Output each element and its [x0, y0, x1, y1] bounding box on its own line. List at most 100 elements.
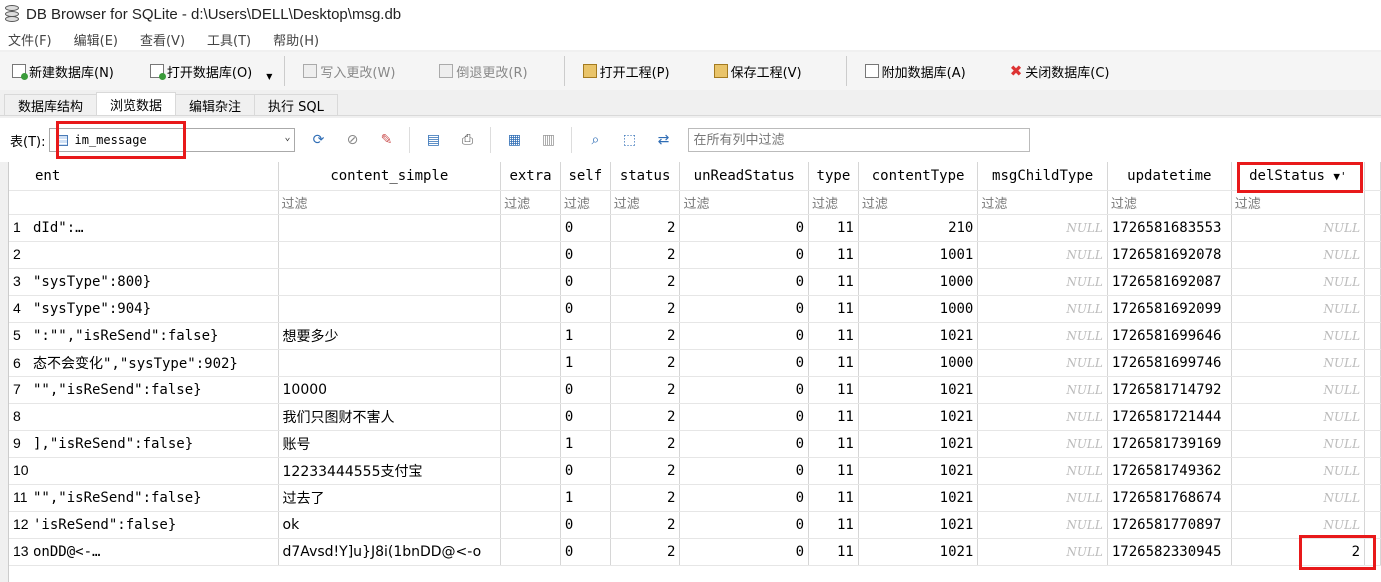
table-cell[interactable]: 4 "sysType":904} [9, 295, 279, 323]
column-header[interactable]: type [808, 162, 859, 191]
revert-changes-button[interactable]: 倒退更改(R) [435, 57, 531, 85]
table-row[interactable]: 13 onDD@<-… d7Avsd!Y]u}J8i(1bnDD@<-o 0 2 0 11 1… [9, 538, 1381, 566]
table-cell[interactable]: 0 [560, 457, 611, 485]
table-cell[interactable]: NULL [1231, 376, 1366, 404]
row-number[interactable]: 2 [9, 246, 33, 262]
table-row[interactable]: 11 "","isReSend":false} 过去了 1 2 0 11 1021 NULL 17… [9, 484, 1381, 512]
row-number[interactable]: 3 [9, 273, 33, 289]
table-cell[interactable]: NULL [977, 511, 1108, 539]
chevron-down-icon[interactable]: ⌄ [284, 132, 290, 143]
table-cell[interactable] [278, 241, 502, 269]
table-cell[interactable]: 11 [808, 376, 859, 404]
row-number[interactable]: 10 [9, 462, 33, 478]
table-cell[interactable]: NULL [1231, 241, 1366, 269]
table-cell[interactable]: 210 [858, 214, 979, 242]
data-grid[interactable]: ent content_simple extra self status unR… [8, 162, 1381, 582]
table-cell[interactable]: 1000 [858, 349, 979, 377]
table-cell[interactable]: 11 [808, 241, 859, 269]
write-changes-button[interactable]: 写入更改(W) [299, 57, 399, 85]
column-header[interactable]: status [610, 162, 681, 191]
table-cell[interactable]: 1 [560, 430, 611, 458]
table-cell[interactable]: 2 [610, 376, 681, 404]
row-number[interactable]: 1 [9, 219, 33, 235]
table-cell[interactable]: NULL [977, 295, 1108, 323]
table-cell[interactable]: 0 [679, 538, 809, 566]
column-filter-input[interactable]: 过滤 [610, 190, 681, 215]
table-cell[interactable]: 0 [679, 241, 809, 269]
table-cell[interactable]: 1726581768674 [1107, 484, 1232, 512]
dropdown-arrow-icon[interactable]: ▼ [266, 72, 272, 81]
table-cell[interactable]: 2 [9, 241, 279, 269]
table-cell[interactable]: 1726581739169 [1107, 430, 1232, 458]
table-cell[interactable]: 7 "","isReSend":false} [9, 376, 279, 404]
table-cell[interactable]: 2 [610, 214, 681, 242]
table-cell[interactable]: 1726581770897 [1107, 511, 1232, 539]
table-cell[interactable]: 11 [808, 457, 859, 485]
table-cell[interactable]: 10000 [278, 376, 502, 404]
table-cell[interactable]: 2 [610, 403, 681, 431]
table-cell[interactable]: 2 [610, 457, 681, 485]
new-database-button[interactable]: 新建数据库(N) [8, 57, 118, 85]
column-filter-input[interactable]: 过滤 [500, 190, 561, 215]
delete-record-icon[interactable]: ▥ [537, 129, 559, 151]
table-cell[interactable]: 想要多少 [278, 322, 502, 350]
row-number[interactable]: 5 [9, 327, 33, 343]
table-row[interactable]: 8 我们只图财不害人 0 2 0 11 1021 NULL 1726581721444 NULL [9, 403, 1381, 431]
row-number[interactable]: 7 [9, 381, 33, 397]
find-icon[interactable]: ⌕ [584, 129, 606, 151]
table-cell[interactable]: NULL [1231, 295, 1366, 323]
column-header[interactable]: content_simple [278, 162, 502, 191]
table-cell[interactable]: 1726581699746 [1107, 349, 1232, 377]
table-cell[interactable]: 我们只图财不害人 [278, 403, 502, 431]
table-cell[interactable]: NULL [1231, 268, 1366, 296]
table-cell[interactable]: 2 [610, 241, 681, 269]
table-cell[interactable]: 0 [679, 268, 809, 296]
table-cell[interactable]: 0 [560, 376, 611, 404]
replace-icon[interactable]: ⇄ [652, 129, 674, 151]
table-cell[interactable]: NULL [977, 403, 1108, 431]
column-header[interactable]: ent [9, 162, 279, 191]
table-cell[interactable]: NULL [977, 349, 1108, 377]
table-cell[interactable]: 0 [560, 295, 611, 323]
table-cell[interactable]: 11 [808, 349, 859, 377]
table-cell[interactable]: 11 [808, 484, 859, 512]
table-cell[interactable]: 0 [679, 295, 809, 323]
column-filter-input[interactable]: 过滤 [560, 190, 611, 215]
table-cell[interactable]: 1021 [858, 457, 979, 485]
table-row[interactable]: 3 "sysType":800} 0 2 0 11 1000 NULL 172658169208… [9, 268, 1381, 296]
table-cell[interactable]: ok [278, 511, 502, 539]
table-cell[interactable]: NULL [1231, 403, 1366, 431]
table-cell[interactable] [500, 214, 561, 242]
open-project-button[interactable]: 打开工程(P) [579, 57, 674, 85]
column-filter-input[interactable] [9, 190, 279, 215]
table-cell[interactable]: 2 [1231, 538, 1366, 566]
table-cell[interactable]: 12'isReSend":false} [9, 511, 279, 539]
save-filter-icon[interactable]: ✎ [375, 129, 397, 151]
table-cell[interactable]: NULL [1231, 430, 1366, 458]
table-cell[interactable]: 0 [560, 241, 611, 269]
table-cell[interactable]: 2 [610, 349, 681, 377]
table-cell[interactable]: 1 [560, 484, 611, 512]
column-filter-input[interactable] [1364, 190, 1381, 215]
table-cell[interactable]: NULL [977, 268, 1108, 296]
table-cell[interactable] [500, 268, 561, 296]
table-cell[interactable]: 2 [610, 484, 681, 512]
column-filter-input[interactable]: 过滤 [679, 190, 809, 215]
column-filter-input[interactable]: 过滤 [1107, 190, 1232, 215]
table-cell[interactable]: 1726581749362 [1107, 457, 1232, 485]
table-cell[interactable]: NULL [1231, 214, 1366, 242]
table-cell[interactable] [500, 349, 561, 377]
table-cell[interactable]: 1726581683553 [1107, 214, 1232, 242]
table-cell[interactable]: 2 [610, 268, 681, 296]
table-cell[interactable]: 1726581692099 [1107, 295, 1232, 323]
column-filter-input[interactable]: 过滤 [977, 190, 1108, 215]
table-row[interactable]: 4 "sysType":904} 0 2 0 11 1000 NULL 172658169209… [9, 295, 1381, 323]
table-cell[interactable]: 1726581692078 [1107, 241, 1232, 269]
table-cell[interactable]: 11 [808, 214, 859, 242]
clear-filter-icon[interactable]: ⊘ [341, 129, 363, 151]
table-cell[interactable]: 11 [808, 322, 859, 350]
insert-record-icon[interactable]: ▦ [503, 129, 525, 151]
table-cell[interactable]: 2 [610, 295, 681, 323]
refresh-icon[interactable]: ⟳ [307, 129, 329, 151]
table-cell[interactable]: 1001 [858, 241, 979, 269]
